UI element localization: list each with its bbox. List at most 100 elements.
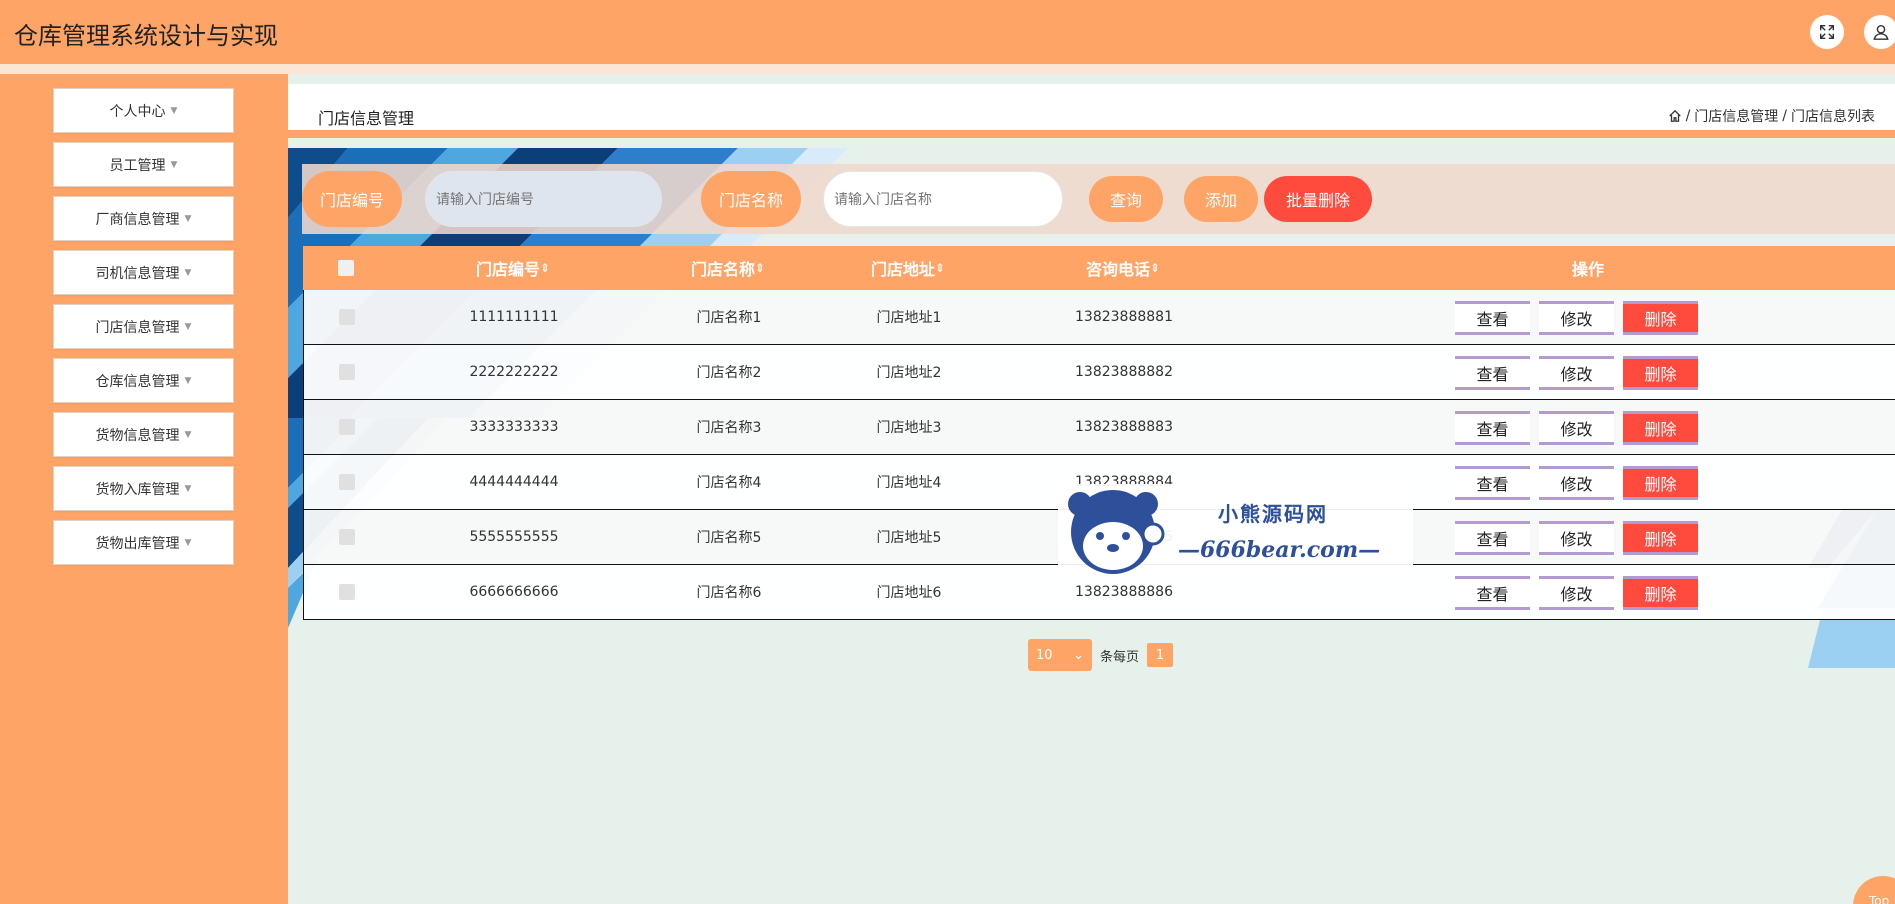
delete-button[interactable]: 删除 xyxy=(1623,356,1698,390)
view-button[interactable]: 查看 xyxy=(1455,301,1530,335)
sidebar-item-goods[interactable]: 货物信息管理 ▼ xyxy=(53,412,234,457)
sidebar-item-label: 门店信息管理 xyxy=(95,319,180,336)
select-all-cell xyxy=(303,246,388,290)
watermark-line1: 小熊源码网 xyxy=(1218,501,1328,526)
cell-store-address: 门店地址6 xyxy=(876,585,942,601)
sidebar-item-label: 货物信息管理 xyxy=(95,427,180,444)
sidebar-item-label: 司机信息管理 xyxy=(95,265,180,282)
store-name-input-wrap[interactable] xyxy=(823,171,1063,227)
row-checkbox[interactable] xyxy=(338,419,355,435)
sidebar-item-goods-out[interactable]: 货物出库管理 ▼ xyxy=(53,520,234,565)
header-label: 门店编号 xyxy=(475,260,540,279)
view-button[interactable]: 查看 xyxy=(1455,521,1530,555)
breadcrumb-item: 门店信息列表 xyxy=(1791,109,1875,125)
sort-icon: ⇕ xyxy=(934,261,946,275)
cell-store-code: 5555555555 xyxy=(469,529,559,545)
per-page-label: 条每页 xyxy=(1100,649,1140,665)
cell-phone: 13823888883 xyxy=(1075,419,1173,435)
header-label: 门店名称 xyxy=(690,260,755,279)
caret-down-icon: ▼ xyxy=(184,483,192,494)
store-name-input[interactable] xyxy=(834,191,1034,207)
main-content: 门店信息管理 / 门店信息管理 / 门店信息列表 门店编号 请输入门店编号 门店… xyxy=(288,74,1895,904)
cell-store-code: 1111111111 xyxy=(469,309,559,325)
edit-button[interactable]: 修改 xyxy=(1539,356,1614,390)
caret-down-icon: ▼ xyxy=(184,537,192,548)
store-code-input-wrap[interactable] xyxy=(425,171,662,227)
sidebar-item-label: 货物出库管理 xyxy=(95,535,180,552)
search-bar: 门店编号 门店名称 查询 添加 批量删除 xyxy=(302,164,1895,234)
cell-store-address: 门店地址3 xyxy=(876,420,942,436)
caret-down-icon: ▼ xyxy=(170,159,178,170)
table-header: 门店编号 ⇕ 门店名称 ⇕ 门店地址 ⇕ 咨询电话 ⇕ 操作 xyxy=(303,246,1895,290)
header-phone[interactable]: 咨询电话 ⇕ xyxy=(998,246,1248,290)
table-row: 3333333333 门店名称3 门店地址3 13823888883 查看 修改… xyxy=(303,400,1895,455)
top-header: 仓库管理系统设计与实现 xyxy=(0,0,1895,64)
header-store-name[interactable]: 门店名称 ⇕ xyxy=(638,246,818,290)
store-code-input[interactable] xyxy=(436,191,636,207)
sidebar-item-driver[interactable]: 司机信息管理 ▼ xyxy=(53,250,234,295)
edit-button[interactable]: 修改 xyxy=(1539,521,1614,555)
page-size-value: 10 xyxy=(1036,647,1053,663)
app-title: 仓库管理系统设计与实现 xyxy=(14,22,278,50)
view-button[interactable]: 查看 xyxy=(1455,411,1530,445)
sidebar-item-vendor[interactable]: 厂商信息管理 ▼ xyxy=(53,196,234,241)
header-store-address[interactable]: 门店地址 ⇕ xyxy=(818,246,998,290)
delete-button[interactable]: 删除 xyxy=(1623,411,1698,445)
row-checkbox-cell xyxy=(304,510,389,564)
sidebar-item-personal-center[interactable]: 个人中心 ▼ xyxy=(53,88,234,133)
edit-button[interactable]: 修改 xyxy=(1539,576,1614,610)
page-button-current[interactable]: 1 xyxy=(1147,643,1174,667)
edit-button[interactable]: 修改 xyxy=(1539,466,1614,500)
header-store-code[interactable]: 门店编号 ⇕ xyxy=(388,246,638,290)
breadcrumb: / 门店信息管理 / 门店信息列表 xyxy=(1668,106,1875,126)
edit-button[interactable]: 修改 xyxy=(1539,411,1614,445)
breadcrumb-item[interactable]: 门店信息管理 xyxy=(1694,106,1778,126)
view-button[interactable]: 查看 xyxy=(1455,576,1530,610)
page-size-select[interactable]: 10 ⌄ xyxy=(1028,639,1092,671)
view-button[interactable]: 查看 xyxy=(1455,466,1530,500)
row-checkbox-cell xyxy=(304,455,389,509)
watermark: 小熊源码网 —666bear.com— xyxy=(1058,484,1413,576)
cell-store-code: 6666666666 xyxy=(469,584,559,600)
row-checkbox[interactable] xyxy=(338,584,355,600)
delete-button[interactable]: 删除 xyxy=(1623,521,1698,555)
sidebar-item-label: 厂商信息管理 xyxy=(95,211,180,228)
batch-delete-button[interactable]: 批量删除 xyxy=(1264,176,1372,222)
expand-icon xyxy=(1819,24,1835,40)
select-all-checkbox[interactable] xyxy=(337,260,354,276)
fullscreen-button[interactable] xyxy=(1810,15,1844,49)
row-checkbox-cell xyxy=(304,565,389,619)
add-button[interactable]: 添加 xyxy=(1184,176,1258,222)
sort-icon: ⇕ xyxy=(754,261,766,275)
cell-store-name: 门店名称2 xyxy=(696,365,762,381)
row-checkbox[interactable] xyxy=(338,364,355,380)
sidebar: 个人中心 ▼ 员工管理 ▼ 厂商信息管理 ▼ 司机信息管理 ▼ 门店信息管理 ▼… xyxy=(0,74,288,904)
delete-button[interactable]: 删除 xyxy=(1623,576,1698,610)
bear-logo xyxy=(1068,490,1165,574)
delete-button[interactable]: 删除 xyxy=(1623,301,1698,335)
breadcrumb-bar: 门店信息管理 / 门店信息管理 / 门店信息列表 xyxy=(288,84,1895,130)
sidebar-item-goods-in[interactable]: 货物入库管理 ▼ xyxy=(53,466,234,511)
header-stripe xyxy=(0,64,1895,74)
header-label: 门店地址 xyxy=(870,260,935,279)
edit-button[interactable]: 修改 xyxy=(1539,301,1614,335)
view-button[interactable]: 查看 xyxy=(1455,356,1530,390)
cell-store-address: 门店地址5 xyxy=(876,530,942,546)
store-name-label: 门店名称 xyxy=(701,171,801,227)
delete-button[interactable]: 删除 xyxy=(1623,466,1698,500)
row-checkbox[interactable] xyxy=(338,309,355,325)
watermark-text: 小熊源码网 —666bear.com— xyxy=(1178,498,1380,563)
sidebar-item-label: 个人中心 xyxy=(109,103,166,120)
sidebar-item-warehouse[interactable]: 仓库信息管理 ▼ xyxy=(53,358,234,403)
caret-down-icon: ▼ xyxy=(184,321,192,332)
row-checkbox[interactable] xyxy=(338,529,355,545)
user-button[interactable] xyxy=(1864,15,1895,49)
row-checkbox[interactable] xyxy=(338,474,355,490)
row-checkbox-cell xyxy=(304,400,389,454)
sidebar-item-store[interactable]: 门店信息管理 ▼ xyxy=(53,304,234,349)
cell-phone: 13823888881 xyxy=(1075,309,1173,325)
home-icon[interactable] xyxy=(1668,109,1682,123)
sidebar-item-employee[interactable]: 员工管理 ▼ xyxy=(53,142,234,187)
query-button[interactable]: 查询 xyxy=(1089,176,1163,222)
sidebar-item-label: 货物入库管理 xyxy=(95,481,180,498)
